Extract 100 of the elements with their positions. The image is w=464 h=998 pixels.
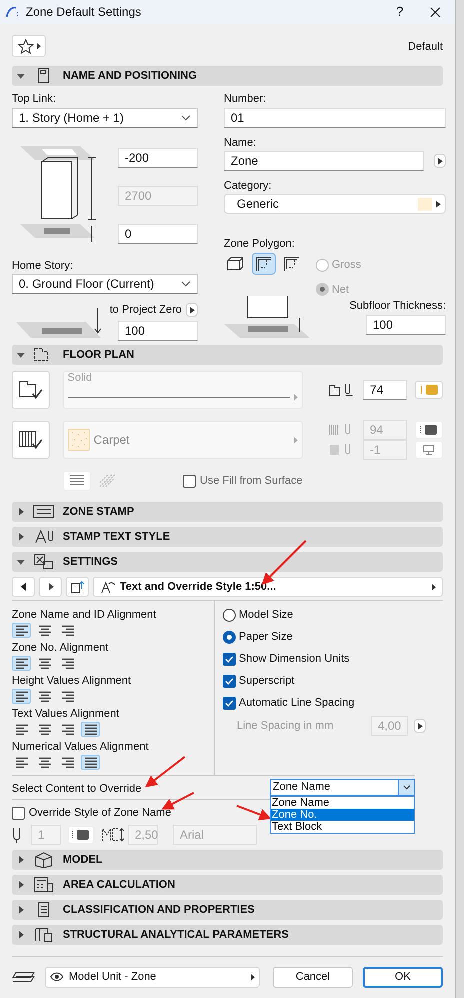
menu-button[interactable] <box>414 719 426 733</box>
menu-button[interactable] <box>186 303 198 317</box>
favorites-button[interactable] <box>12 35 46 57</box>
hatch-lines-icon <box>69 475 85 487</box>
radio-label: Paper Size <box>239 630 293 645</box>
text-style-icon <box>100 580 116 594</box>
expand-icon <box>294 436 298 444</box>
checkbox[interactable] <box>223 696 236 710</box>
alignment-button[interactable] <box>12 656 31 671</box>
stamp-icon <box>33 505 55 519</box>
input-field[interactable]: 100 <box>118 321 198 341</box>
field-label: Zone Polygon: <box>224 237 296 250</box>
align-left-icon <box>14 756 30 768</box>
input-field[interactable]: Zone <box>224 151 424 171</box>
icon-button[interactable] <box>12 421 50 459</box>
dropdown[interactable]: 1. Story (Home + 1) <box>12 108 198 128</box>
polygon-mode-button[interactable] <box>252 253 276 275</box>
ok-button[interactable]: OK <box>363 966 443 988</box>
section-header[interactable]: AREA CALCULATION <box>12 875 443 895</box>
checkbox[interactable] <box>12 806 25 820</box>
alignment-button[interactable] <box>81 722 100 737</box>
pattern-button[interactable] <box>415 421 443 439</box>
monitor-icon <box>423 444 435 456</box>
align-right-icon <box>60 724 76 736</box>
expand-icon <box>17 906 25 914</box>
alignment-button[interactable] <box>81 755 100 770</box>
checkbox-label: Use Fill from Surface <box>200 474 303 489</box>
section-header[interactable]: CLASSIFICATION AND PROPERTIES <box>12 900 443 920</box>
align-center-icon <box>36 658 52 670</box>
field-label: Home Story: <box>12 259 74 272</box>
check-icon <box>225 700 234 706</box>
menu-option[interactable]: Zone No. <box>271 808 414 820</box>
section-header[interactable]: NAME AND POSITIONING <box>12 66 443 86</box>
align-center-icon <box>36 724 52 736</box>
field-label: Name: <box>224 136 258 149</box>
fill-icon <box>18 429 44 451</box>
section-header[interactable]: MODEL <box>12 850 443 870</box>
section-header[interactable]: STAMP TEXT STYLE <box>12 527 443 547</box>
input-field[interactable]: 100 <box>366 315 446 335</box>
checkbox-label: Superscript <box>239 674 295 689</box>
chevron-down-icon <box>181 281 191 287</box>
help-button[interactable]: ? <box>385 2 415 22</box>
input-field[interactable]: 0 <box>118 224 198 244</box>
app-logo-icon <box>6 6 20 18</box>
document-icon <box>37 68 51 84</box>
collapse-icon <box>17 72 25 80</box>
align-center-icon <box>36 756 52 768</box>
expand-icon <box>17 508 25 516</box>
field-label: Line Spacing in mm <box>237 718 335 734</box>
menu-button[interactable] <box>434 154 446 168</box>
radio-label: Net <box>332 282 350 298</box>
input-field[interactable]: 01 <box>224 108 446 128</box>
expand-icon <box>436 200 441 208</box>
expand-icon <box>251 974 255 980</box>
pattern-icon <box>420 425 438 435</box>
category-swatch <box>418 198 432 210</box>
alignment-button[interactable] <box>12 689 31 704</box>
section-header[interactable]: ZONE STAMP <box>12 502 443 522</box>
section-header[interactable]: FLOOR PLAN <box>12 345 443 365</box>
align-right-icon <box>60 756 76 768</box>
pattern-button[interactable] <box>68 826 94 844</box>
view-dropdown[interactable]: Model Unit - Zone <box>45 966 260 988</box>
next-button[interactable] <box>39 577 62 597</box>
checkbox[interactable] <box>183 474 196 488</box>
align-right-icon <box>60 690 76 702</box>
collapse-icon <box>17 351 25 359</box>
annotation-arrow <box>145 756 186 788</box>
zone-volume-icon <box>226 256 246 272</box>
align-left-icon <box>14 624 30 636</box>
field-label: Select Content to Override <box>12 782 142 798</box>
input-field[interactable]: -200 <box>118 148 198 168</box>
transfer-button[interactable] <box>66 577 89 597</box>
expand-icon <box>17 931 25 939</box>
section-header[interactable]: SETTINGS <box>12 552 443 572</box>
text-style-icon <box>33 529 55 545</box>
alignment-button[interactable] <box>12 623 31 638</box>
menu-option[interactable]: Text Block <box>271 820 414 832</box>
menu-option[interactable]: Zone Name <box>271 796 414 808</box>
expand-icon <box>294 394 298 401</box>
section-header[interactable]: STRUCTURAL ANALYTICAL PARAMETERS <box>12 925 443 945</box>
calculator-icon <box>34 877 54 893</box>
fill-pattern-swatch <box>68 429 90 451</box>
checkbox[interactable] <box>223 652 236 666</box>
radio-button[interactable] <box>223 608 236 622</box>
radio-label: Gross <box>332 258 362 273</box>
check-icon <box>225 678 234 684</box>
input-field[interactable]: 74 <box>363 380 408 400</box>
radio-label: Model Size <box>239 608 294 623</box>
dropdown[interactable]: 0. Ground Floor (Current) <box>12 274 198 294</box>
expand-icon <box>432 584 436 590</box>
cancel-button[interactable]: Cancel <box>273 966 353 988</box>
checkbox[interactable] <box>223 674 236 688</box>
previous-button[interactable] <box>12 577 35 597</box>
override-dropdown[interactable]: Zone Name <box>270 778 415 796</box>
align-left-icon <box>14 724 30 736</box>
pen-color-button[interactable] <box>415 381 444 399</box>
radio-button[interactable] <box>223 630 236 644</box>
category-dropdown[interactable]: Generic <box>224 194 446 214</box>
icon-button[interactable] <box>12 371 50 409</box>
display-button[interactable] <box>415 441 443 459</box>
